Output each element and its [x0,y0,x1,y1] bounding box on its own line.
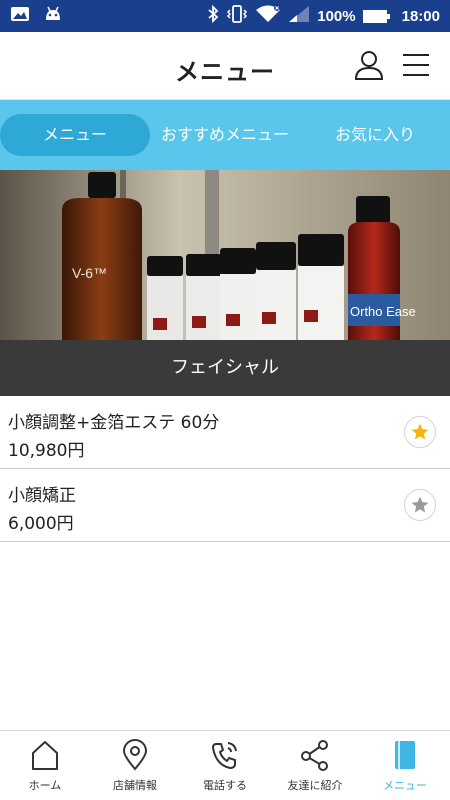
app-header: メニュー [0,32,450,100]
menu-item[interactable]: 小顔調整+金箔エステ 60分 10,980円 [0,396,450,469]
menu-item-price: 10,980円 [8,441,85,461]
nav-call[interactable]: 電話する [180,731,270,800]
nav-label: 電話する [203,779,247,792]
hero-product-image: V-6™ Ortho Ease [0,170,450,340]
bottom-navigation: ホーム 店舗情報 電話する 友達に紹介 メニュー [0,730,450,800]
tab-recommended-menu[interactable]: おすすめメニュー [155,114,295,156]
nav-label: メニュー [383,779,427,792]
menu-item-price: 6,000円 [8,514,74,534]
star-icon [411,496,429,513]
nav-menu[interactable]: メニュー [360,731,450,800]
menu-item-name: 小顔矯正 [8,486,76,506]
signal-icon [288,5,310,27]
bottle-label-left: V-6™ [72,265,107,281]
nav-store-info[interactable]: 店舗情報 [90,731,180,800]
nav-label: 友達に紹介 [287,779,343,792]
menu-book-icon [390,739,420,771]
wifi-icon [255,5,281,27]
battery-icon [362,9,390,23]
vibrate-icon [226,5,248,27]
favorite-button[interactable] [404,416,436,448]
user-icon[interactable] [352,48,386,82]
nav-label: 店舗情報 [113,779,157,792]
clock-time: 18:00 [401,7,440,25]
nav-refer-friend[interactable]: 友達に紹介 [270,731,360,800]
bluetooth-icon [207,4,219,27]
star-icon [411,423,429,440]
android-icon [44,6,62,26]
menu-item-name: 小顔調整+金箔エステ 60分 [8,413,220,433]
bottle-label-right: Ortho Ease [350,304,416,319]
status-bar: 100% 18:00 [0,0,450,32]
section-header-facial: フェイシャル [0,340,450,396]
location-pin-icon [120,739,150,771]
tab-favorites[interactable]: お気に入り [300,114,450,156]
phone-icon [210,739,240,771]
home-icon [30,739,60,771]
nav-home[interactable]: ホーム [0,731,90,800]
image-icon [10,6,30,26]
favorite-button[interactable] [404,489,436,521]
tab-menu[interactable]: メニュー [0,114,150,156]
nav-label: ホーム [28,779,62,792]
share-icon [300,739,330,771]
battery-percent: 100% [317,7,356,25]
category-tabs: メニュー おすすめメニュー お気に入り [0,100,450,170]
hamburger-menu-icon[interactable] [402,52,430,78]
menu-item[interactable]: 小顔矯正 6,000円 [0,469,450,542]
